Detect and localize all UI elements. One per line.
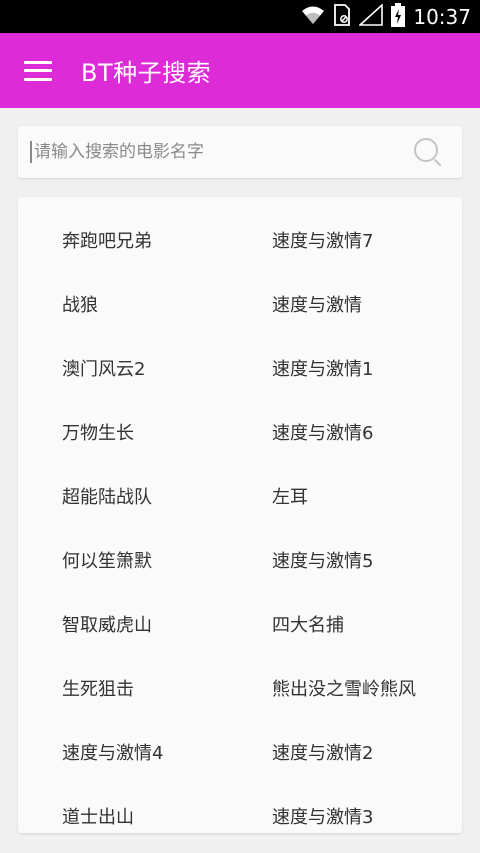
sim-icon [333,3,351,30]
movie-item[interactable]: 左耳 [228,464,462,528]
movie-item[interactable]: 速度与激情4 [18,720,228,784]
app-bar: BT种子搜索 [0,33,480,108]
movie-item[interactable]: 万物生长 [18,400,228,464]
battery-icon [391,2,406,31]
movie-grid: 奔跑吧兄弟 速度与激情7 战狼 速度与激情 澳门风云2 速度与激情1 万物生长 … [18,208,462,833]
status-bar: 10:37 [0,0,480,33]
movie-item[interactable]: 速度与激情3 [228,784,462,833]
hamburger-menu-icon[interactable] [24,60,52,81]
movie-item[interactable]: 战狼 [18,272,228,336]
movie-item[interactable]: 智取威虎山 [18,592,228,656]
search-input[interactable] [30,141,412,163]
movie-item[interactable]: 四大名捕 [228,592,462,656]
app-title: BT种子搜索 [81,59,212,87]
search-bar [18,126,462,178]
movie-list: 奔跑吧兄弟 速度与激情7 战狼 速度与激情 澳门风云2 速度与激情1 万物生长 … [18,197,462,833]
movie-item[interactable]: 道士出山 [18,784,228,833]
movie-item[interactable]: 速度与激情1 [228,336,462,400]
movie-item[interactable]: 超能陆战队 [18,464,228,528]
movie-item[interactable]: 生死狙击 [18,656,228,720]
movie-item[interactable]: 何以笙箫默 [18,528,228,592]
movie-item[interactable]: 速度与激情7 [228,208,462,272]
movie-item[interactable]: 奔跑吧兄弟 [18,208,228,272]
movie-item[interactable]: 速度与激情2 [228,720,462,784]
movie-item[interactable]: 澳门风云2 [18,336,228,400]
movie-item[interactable]: 速度与激情5 [228,528,462,592]
movie-item[interactable]: 速度与激情 [228,272,462,336]
signal-icon [358,2,384,30]
movie-item[interactable]: 熊出没之雪岭熊风 [228,656,462,720]
status-time: 10:37 [413,4,471,29]
wifi-icon [301,5,325,29]
movie-item[interactable]: 速度与激情6 [228,400,462,464]
search-icon[interactable] [412,136,444,168]
